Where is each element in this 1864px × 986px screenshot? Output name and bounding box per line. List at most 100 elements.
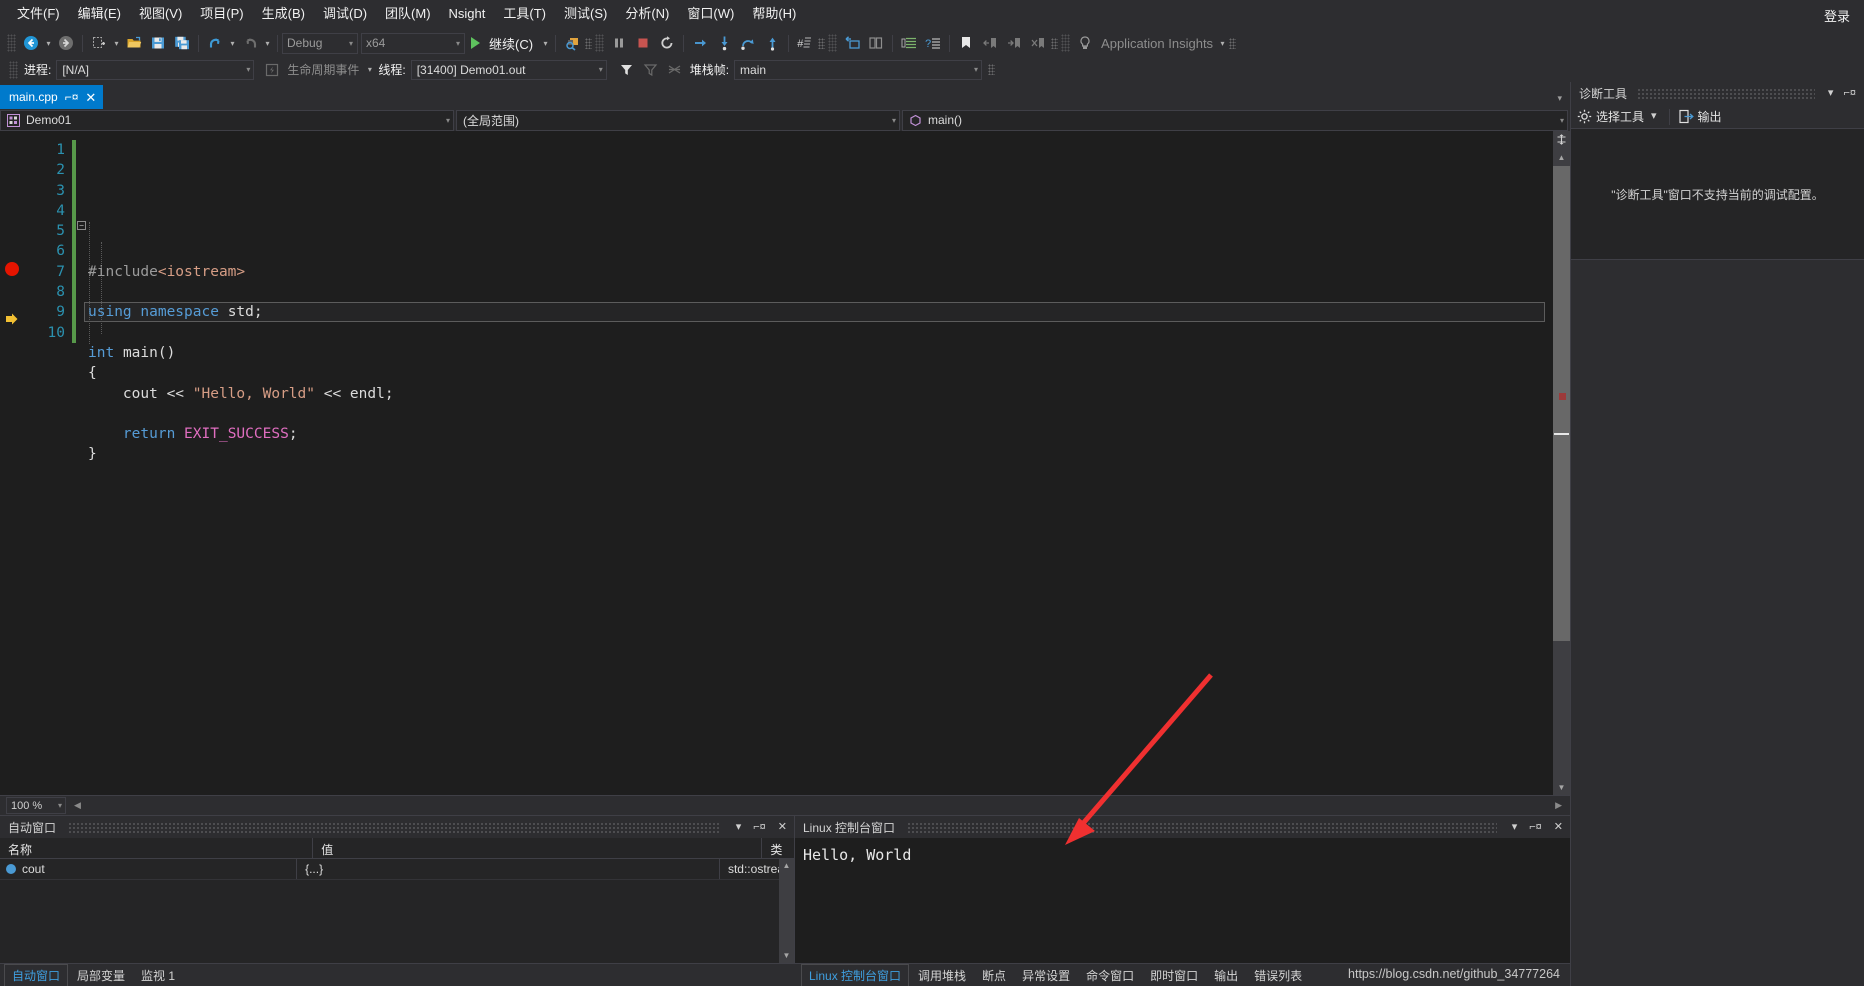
lifecycle-events-label[interactable]: 生命周期事件 [284,61,364,78]
code-line[interactable]: { [76,363,1553,383]
navigate-backward-icon[interactable] [19,32,43,54]
restart-icon[interactable] [655,32,679,54]
code-line[interactable]: #include<iostream> [76,262,1553,282]
solution-configuration-dropdown[interactable]: Debug ▾ [282,32,358,54]
show-threads-icon[interactable] [663,59,687,81]
thread-dropdown[interactable]: [31400] Demo01.out ▾ [410,59,607,80]
tab-linux-console[interactable]: Linux 控制台窗口 [801,963,910,986]
tab-watch1[interactable]: 监视 1 [134,965,182,986]
pin-icon[interactable]: ⌐¤ [65,90,79,104]
new-project-dropdown-icon[interactable]: ▾ [111,39,122,48]
code-line[interactable]: cout << "Hello, World" << endl; [76,384,1553,404]
unflag-threads-icon[interactable] [639,59,663,81]
autos-vertical-scrollbar[interactable]: ▲ ▼ [779,859,794,963]
process-dropdown[interactable]: [N/A] ▾ [56,59,255,80]
column-header-value[interactable]: 值 [313,838,763,858]
code-editor[interactable]: 1 2 3 4 5 6 7 8 9 10 − #include<iostream… [0,131,1570,795]
tab-locals[interactable]: 局部变量 [70,965,132,986]
uncomment-selection-icon[interactable]: ? [921,32,945,54]
next-bookmark-icon[interactable] [1002,32,1026,54]
panel-menu-chevron-icon[interactable]: ▾ [1825,88,1837,99]
panel-menu-chevron-icon[interactable]: ▾ [1509,821,1521,833]
toolbar-grip[interactable] [595,34,605,52]
autos-row-value[interactable]: {...} [296,859,719,879]
toolbar-overflow-icon[interactable] [818,37,826,49]
scope-dropdown[interactable]: (全局范围) ▾ [456,109,900,131]
toolbar-grip[interactable] [9,60,18,79]
menu-item-team[interactable]: 团队(M) [376,3,440,25]
pin-icon[interactable]: ⌐¤ [1526,821,1545,833]
panel-drag-dots[interactable] [1637,88,1815,99]
save-all-icon[interactable] [170,32,194,54]
lifecycle-events-dropdown-icon[interactable]: ▾ [364,65,375,74]
tab-overflow-chevron-icon[interactable]: ▾ [1557,93,1562,104]
tab-error-list[interactable]: 错误列表 [1247,965,1309,986]
editor-code-surface[interactable]: − #include<iostream> using namespace std;… [76,131,1553,795]
lifecycle-events-icon[interactable] [260,59,284,81]
scrollbar-thumb[interactable] [1553,166,1570,641]
scroll-down-arrow-icon[interactable]: ▼ [1553,779,1570,795]
panel-menu-chevron-icon[interactable]: ▾ [733,821,745,833]
step-out-icon[interactable] [760,32,784,54]
breakpoint-icon[interactable] [5,262,19,276]
panel-drag-dots[interactable] [68,821,721,833]
step-over-icon[interactable] [736,32,760,54]
sign-in-link[interactable]: 登录 [1824,6,1850,25]
show-next-statement-icon[interactable] [688,32,712,54]
stackframe-dropdown[interactable]: main ▾ [734,59,983,80]
undo-icon[interactable] [203,32,227,54]
flag-threads-icon[interactable] [615,59,639,81]
tab-breakpoints[interactable]: 断点 [975,965,1013,986]
menu-item-window[interactable]: 窗口(W) [678,3,743,25]
menu-item-view[interactable]: 视图(V) [130,3,191,25]
column-header-type[interactable]: 类型 [762,838,794,874]
scroll-up-arrow-icon[interactable]: ▲ [1553,149,1570,165]
fold-collapse-icon[interactable]: − [77,221,86,230]
continue-dropdown-icon[interactable]: ▾ [540,39,551,48]
output-button[interactable]: 输出 [1698,108,1722,125]
zoom-level-dropdown[interactable]: 100 % ▾ [6,797,66,814]
toolbar-overflow-icon[interactable] [988,64,996,75]
attach-process-icon[interactable] [560,32,584,54]
tab-autos[interactable]: 自动窗口 [4,963,69,986]
console-output[interactable]: Hello, World [795,838,1570,963]
toolbar-grip[interactable] [1061,34,1071,52]
close-icon[interactable]: ✕ [85,91,96,104]
close-icon[interactable]: ✕ [775,821,790,833]
project-dropdown[interactable]: Demo01 ▾ [0,109,454,131]
prev-bookmark-icon[interactable] [978,32,1002,54]
menu-item-build[interactable]: 生成(B) [253,3,314,25]
scroll-up-arrow-icon[interactable]: ▲ [779,859,794,873]
tab-immediate-window[interactable]: 即时窗口 [1143,965,1205,986]
menu-item-nsight[interactable]: Nsight [440,3,495,25]
menu-item-analyze[interactable]: 分析(N) [616,3,678,25]
menu-item-edit[interactable]: 编辑(E) [69,3,130,25]
tab-command-window[interactable]: 命令窗口 [1079,965,1141,986]
menu-item-debug[interactable]: 调试(D) [314,3,376,25]
application-insights-label[interactable]: Application Insights [1097,36,1217,51]
navigate-backward-dropdown-icon[interactable]: ▾ [43,39,54,48]
pause-icon[interactable] [607,32,631,54]
parallel-stacks-icon[interactable] [864,32,888,54]
threads-window-icon[interactable] [840,32,864,54]
tab-exception-settings[interactable]: 异常设置 [1015,965,1077,986]
lightbulb-icon[interactable] [1073,32,1097,54]
hscroll-left-arrow-icon[interactable]: ◀ [74,800,81,811]
code-line[interactable]: using namespace std; [76,302,1553,322]
comment-selection-icon[interactable] [897,32,921,54]
save-icon[interactable] [146,32,170,54]
chevron-down-icon[interactable]: ▾ [1648,111,1660,122]
toolbar-overflow-icon[interactable] [1229,37,1237,49]
menu-item-help[interactable]: 帮助(H) [743,3,805,25]
toolbar-overflow-icon[interactable] [1051,37,1059,49]
code-line[interactable]: return EXIT_SUCCESS; [76,424,1553,444]
pin-icon[interactable]: ⌐¤ [750,821,769,833]
redo-dropdown-icon[interactable]: ▾ [262,39,273,48]
undo-dropdown-icon[interactable]: ▾ [227,39,238,48]
menu-item-test[interactable]: 测试(S) [555,3,616,25]
select-tools-button[interactable]: 选择工具 [1596,108,1644,125]
clear-bookmarks-icon[interactable] [1026,32,1050,54]
code-line[interactable] [76,404,1553,424]
stop-debug-icon[interactable] [631,32,655,54]
pin-icon[interactable]: ⌐¤ [1840,88,1859,99]
